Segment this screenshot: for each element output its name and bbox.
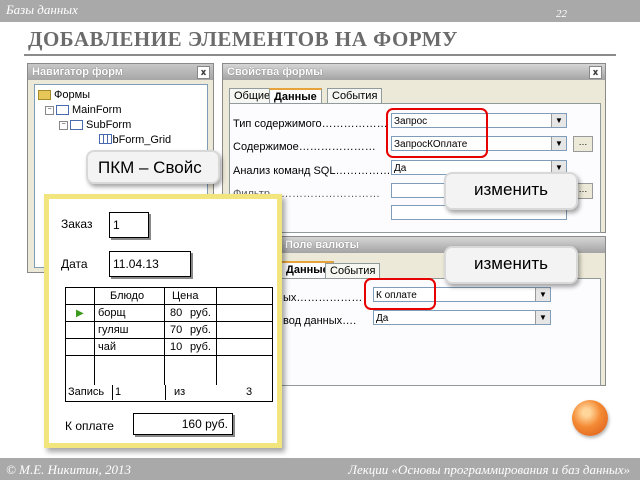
grid-cell-dish[interactable]: борщ [98,306,126,321]
dropdown-arrow-icon[interactable]: ▼ [535,288,550,301]
grid-line [216,288,217,386]
table-grid-icon [99,134,112,144]
total-input[interactable]: 160 руб. [133,413,233,435]
record-total: 3 [246,386,253,398]
grid-line [66,355,272,356]
form-properties-title: Свойства формы [227,66,323,78]
grid-cell-price[interactable]: 10 [170,340,182,355]
record-of-label: из [174,386,186,398]
folder-icon [38,90,51,101]
grid-cell-unit: руб. [190,341,211,353]
order-value: 1 [113,218,120,232]
prop-value-text: Да [394,163,407,174]
callout-change-data-field: изменить [444,246,578,284]
date-value: 11.04.13 [113,257,159,271]
callout-change-content: изменить [444,172,578,210]
prop-input-required-label: вод данных…. [283,315,357,327]
close-icon[interactable]: x [197,66,210,79]
record-number-value: 1 [115,386,122,398]
grid-cell-dish[interactable]: гуляш [98,323,128,338]
tree-item-label: SubForm [86,119,132,131]
grid-line [94,288,95,386]
dropdown-arrow-icon[interactable]: ▼ [551,114,566,127]
tree-item-subform[interactable]: − SubForm [59,119,131,132]
footer-copyright: © М.Е. Никитин, 2013 [6,462,131,477]
order-label: Заказ [61,217,93,231]
form-icon [56,105,69,116]
grid-cell-price[interactable]: 70 [170,323,182,338]
form-navigator-titlebar: Навигатор форм x [28,64,213,80]
form-properties-titlebar: Свойства формы x [223,64,605,80]
dropdown-arrow-icon[interactable]: ▼ [551,137,566,150]
grid-line [66,321,272,322]
field-properties-title: Поле валюты [285,239,359,251]
total-label: К оплате [65,419,114,433]
dropdown-arrow-icon[interactable]: ▼ [535,311,550,324]
date-input[interactable]: 11.04.13 [109,251,191,277]
tree-item-label: MainForm [72,104,122,116]
form-preview: Заказ 1 Дата 11.04.13 Блюдо Цена ▶ борщ … [44,194,282,448]
grid-cell-unit: руб. [190,307,211,319]
record-navigation-bar: Запись 1 из 3 [65,385,273,402]
tree-item-subform-grid[interactable]: SubForm_Grid [99,134,171,147]
collapse-icon[interactable]: − [45,105,54,115]
order-input[interactable]: 1 [109,212,149,238]
grid-header-dish: Блюдо [110,290,145,302]
record-number-input[interactable]: 1 [112,385,166,400]
slide-title: ДОБАВЛЕНИЕ ЭЛЕМЕНТОВ НА ФОРМУ [28,27,458,51]
callout-context-menu: ПКМ – Свойс [86,150,220,184]
bottom-bar: © М.Е. Никитин, 2013 Лекции «Основы прог… [0,458,640,480]
tab-events[interactable]: События [327,88,383,104]
grid-line [164,288,165,386]
tab-events[interactable]: События [325,263,381,279]
top-bar: Базы данных 22 [0,0,640,22]
header-text: Базы данных [6,2,78,17]
close-icon[interactable]: x [589,66,602,79]
prop-sql-label: Анализ команд SQL…………… [233,165,391,177]
footer-course: Лекции «Основы программирования и баз да… [348,462,630,477]
total-value: 160 руб. [181,417,228,431]
record-label: Запись [68,386,105,398]
tree-item-forms[interactable]: Формы [38,89,90,102]
prop-content-type-label: Тип содержимого……………… [233,118,388,130]
grid-cell-price[interactable]: 80 [170,306,182,321]
prop-input-required-select[interactable]: Да ▼ [373,310,551,325]
grid-cell-dish[interactable]: чай [98,340,116,355]
order-items-grid: Блюдо Цена ▶ борщ 80 руб. гуляш 70 руб. … [65,287,273,387]
decorative-orb-icon [572,400,608,436]
row-pointer-icon: ▶ [76,308,84,319]
grid-cell-unit: руб. [190,324,211,336]
grid-line [66,304,272,305]
grid-line [66,338,272,339]
prop-content-label: Содержимое………………… [233,141,376,153]
prop-value-text: Да [376,313,389,324]
highlight-frame-content [386,108,488,158]
page-number: 22 [556,8,567,20]
tree-item-mainform[interactable]: − MainForm [45,104,122,117]
form-navigator-title: Навигатор форм [32,66,123,78]
highlight-frame-data-field [364,278,436,310]
tree-item-label: Формы [54,89,91,101]
grid-header-price: Цена [172,290,199,302]
collapse-icon[interactable]: − [59,120,68,130]
title-divider [24,54,616,56]
date-label: Дата [61,257,88,271]
prop-data-field-label: ых……………… [283,292,363,304]
browse-button[interactable]: … [573,136,593,152]
form-icon [70,120,83,131]
